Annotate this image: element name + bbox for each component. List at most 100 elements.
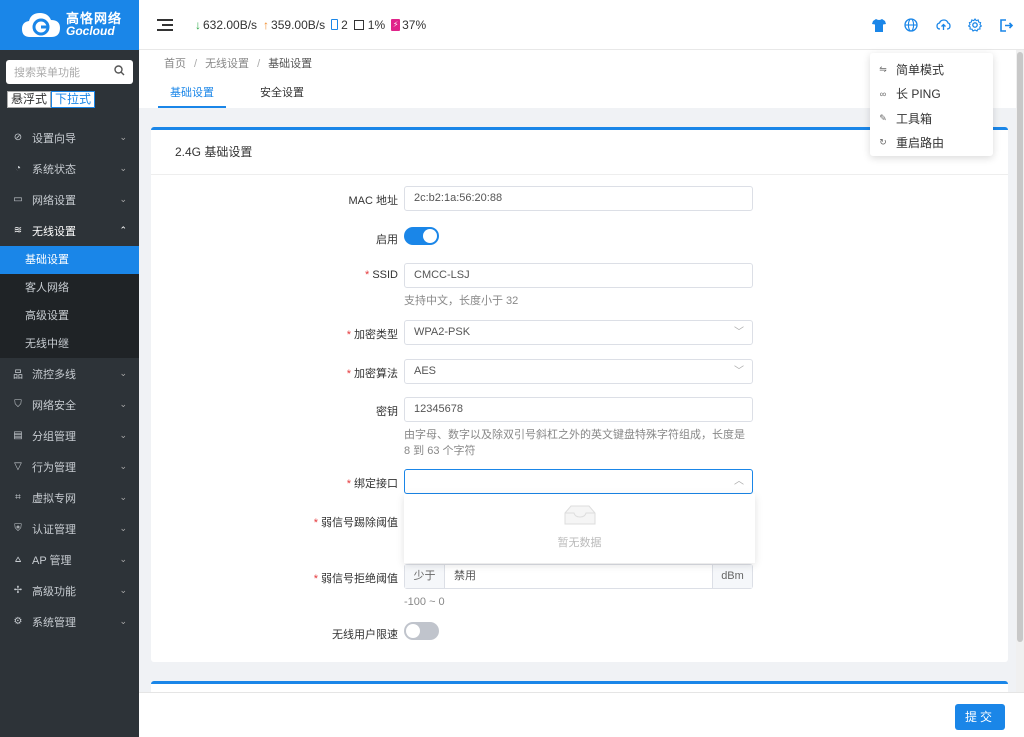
chevron-down-icon: ⌄ (119, 523, 127, 533)
weak-signal-reject-input[interactable]: 少于 禁用 dBm (404, 564, 753, 589)
vpn-icon: ⌗ (15, 492, 21, 503)
top-bar: ↓ 632.00B/s ↑ 359.00B/s 2 1% ⚡ 37% (139, 0, 1024, 50)
key-label: 密钥 (376, 406, 398, 418)
mode-float-button[interactable]: 悬浮式 (7, 91, 52, 108)
chevron-down-icon: ﹀ (734, 366, 744, 377)
gauge-icon: ◔ (14, 163, 22, 174)
cloud-logo-icon (20, 9, 62, 41)
menu-search-placeholder: 搜索菜单功能 (14, 67, 80, 79)
tab-security-settings[interactable]: 安全设置 (248, 84, 316, 108)
breadcrumb-wireless[interactable]: 无线设置 (205, 58, 249, 70)
network-icon: ⩟ (14, 554, 22, 565)
scrollbar-thumb[interactable] (1017, 52, 1023, 642)
key-input[interactable]: 12345678 (404, 397, 753, 422)
encryption-algo-select[interactable]: AES ﹀ (404, 359, 753, 384)
mac-label: MAC 地址 (348, 195, 399, 207)
bind-interface-select[interactable]: ︿ (404, 469, 753, 494)
menu-item-group-management[interactable]: ▤ 分组管理 ⌄ (0, 420, 139, 451)
logout-icon[interactable] (998, 16, 1016, 34)
ssid-label: * SSID (365, 269, 398, 281)
memory-usage: 37% (402, 17, 427, 32)
menu-item-flow-control[interactable]: 品流控多线 ⌄ (0, 358, 139, 389)
chevron-down-icon: ⌄ (119, 430, 127, 440)
menu-item-wireless-settings[interactable]: ≋ 无线设置 ⌃ (0, 215, 139, 246)
rate-limit-label: 无线用户限速 (332, 629, 398, 641)
rate-limit-toggle[interactable] (404, 622, 439, 640)
chevron-down-icon: ⌄ (119, 368, 127, 378)
mac-input[interactable]: 2c:b2:1a:56:20:88 (404, 186, 753, 211)
weak-reject-hint: -100 ~ 0 (404, 596, 445, 608)
breadcrumb-home[interactable]: 首页 (164, 58, 186, 70)
encryption-algo-label: * 加密算法 (346, 368, 398, 380)
empty-text: 暂无数据 (557, 537, 602, 549)
theme-shirt-icon[interactable] (870, 16, 888, 34)
logo[interactable]: 高恪网络 Gocloud (0, 0, 139, 50)
encryption-type-select[interactable]: WPA2-PSK ﹀ (404, 320, 753, 345)
chevron-down-icon: ⌄ (119, 399, 127, 409)
menu-search-input[interactable]: 搜索菜单功能 (6, 60, 133, 84)
menu-item-vpn[interactable]: ⌗ 虚拟专网 ⌄ (0, 482, 139, 513)
menu-item-advanced-functions[interactable]: ✢ 高级功能 ⌄ (0, 575, 139, 606)
arrow-down-icon: ↓ (195, 17, 201, 32)
breadcrumb: 首页 / 无线设置 / 基础设置 (164, 58, 313, 70)
menu-item-setup-wizard[interactable]: ⊘ 设置向导 ⌄ (0, 122, 139, 153)
list-icon: ▤ (13, 430, 23, 441)
wifi-icon: ≋ (13, 225, 23, 236)
tool-menu-long-ping[interactable]: ∞ 长 PING (870, 82, 993, 107)
swap-icon: ⇋ (879, 63, 887, 74)
ssid-input[interactable]: CMCC-LSJ (404, 263, 753, 288)
search-icon (114, 65, 125, 79)
menu-item-network-settings[interactable]: ▭ 网络设置 ⌄ (0, 184, 139, 215)
menu-item-network-security[interactable]: ⛉ 网络安全 ⌄ (0, 389, 139, 420)
key-hint: 由字母、数字以及除双引号斜杠之外的英文键盘特殊字符组成，长度是 8 到 63 个… (404, 429, 745, 457)
tool-menu-simple-mode[interactable]: ⇋ 简单模式 (870, 57, 993, 82)
device-icon (331, 19, 339, 30)
chevron-up-icon: ︿ (734, 476, 744, 487)
submit-bar: 提交 (139, 692, 1024, 737)
gear-icon[interactable] (966, 16, 984, 34)
menu-item-system-management[interactable]: ⚙ 系统管理 ⌄ (0, 606, 139, 637)
bind-interface-dropdown: 暂无数据 (404, 494, 755, 563)
tool-dropdown-menu: ⇋ 简单模式 ∞ 长 PING ✎ 工具箱 ↻ 重启路由 (870, 53, 993, 156)
menu-item-ap-management[interactable]: ⩟ AP 管理 ⌄ (0, 544, 139, 575)
menu-item-system-status[interactable]: ◔ 系统状态 ⌄ (0, 153, 139, 184)
submenu-item-advanced[interactable]: 高级设置 (0, 302, 139, 330)
weak-reject-unit: dBm (712, 565, 752, 588)
menu-item-auth-management[interactable]: ⛨ 认证管理 ⌄ (0, 513, 139, 544)
upload-speed: 359.00B/s (271, 17, 326, 32)
refresh-icon: ↻ (879, 137, 887, 148)
chevron-down-icon: ⌄ (119, 461, 127, 471)
mode-dropdown-button[interactable]: 下拉式 (51, 91, 96, 108)
monitor-icon: ▭ (13, 194, 23, 205)
cpu-icon (353, 19, 364, 30)
weak-reject-value[interactable]: 禁用 (445, 565, 712, 588)
submenu-item-guest[interactable]: 客人网络 (0, 274, 139, 302)
globe-icon[interactable] (902, 16, 920, 34)
encryption-type-label: * 加密类型 (346, 329, 398, 341)
wrench-icon: ✎ (879, 112, 887, 123)
chevron-down-icon: ⌄ (119, 163, 127, 173)
tab-basic-settings[interactable]: 基础设置 (158, 84, 226, 108)
chevron-down-icon: ⌄ (119, 492, 127, 502)
weak-signal-reject-label: * 弱信号拒绝阈值 (313, 573, 398, 585)
empty-box-icon (563, 504, 597, 526)
download-speed: 632.00B/s (203, 17, 258, 32)
chevron-down-icon: ⌄ (119, 616, 127, 626)
enable-toggle[interactable] (404, 227, 439, 245)
menu-toggle-icon[interactable] (157, 18, 173, 31)
tabs: 基础设置 安全设置 (158, 84, 338, 108)
tool-menu-reboot[interactable]: ↻ 重启路由 (870, 131, 993, 156)
sidebar: 高恪网络 Gocloud 搜索菜单功能 悬浮式 下拉式 ⊘ 设置向导 ⌄ ◔ 系统状态… (0, 0, 139, 737)
submit-button[interactable]: 提交 (955, 704, 1005, 730)
settings-card: 2.4G 基础设置 MAC 地址 2c:b2:1a:56:20:88 启用 * S… (151, 127, 1008, 662)
tool-menu-toolbox[interactable]: ✎ 工具箱 (870, 106, 993, 131)
submenu-item-repeater[interactable]: 无线中继 (0, 330, 139, 358)
submenu-item-basic[interactable]: 基础设置 (0, 246, 139, 274)
chevron-down-icon: ⌄ (119, 132, 127, 142)
menu-item-behavior-management[interactable]: ▽ 行为管理 ⌄ (0, 451, 139, 482)
cloud-upload-icon[interactable] (934, 16, 952, 34)
device-count: 2 (341, 17, 348, 32)
traffic-stats: ↓ 632.00B/s ↑ 359.00B/s 2 1% ⚡ 37% (195, 18, 426, 32)
bind-interface-label: * 绑定接口 (346, 478, 398, 490)
shield-check-icon: ⛨ (14, 523, 22, 534)
